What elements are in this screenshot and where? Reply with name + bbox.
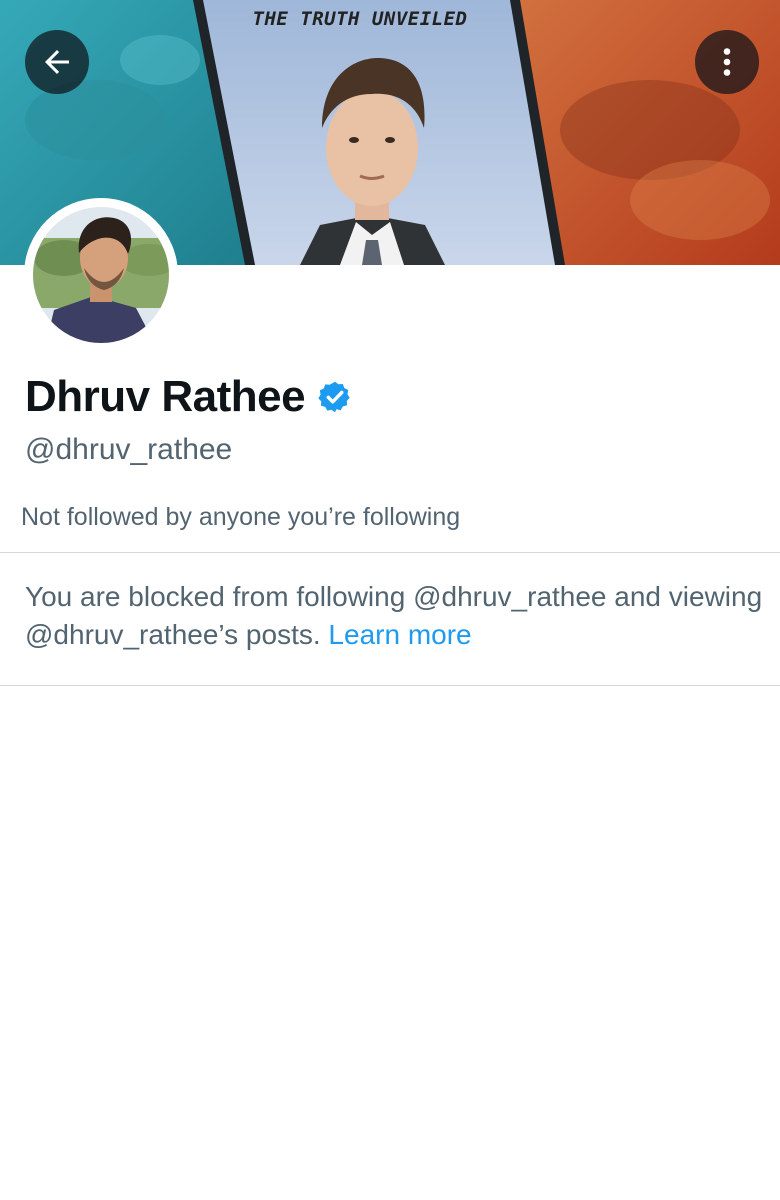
divider [0,552,780,553]
profile-handle: @dhruv_rathee [25,433,233,466]
blocked-notice: You are blocked from following @dhruv_ra… [25,578,765,654]
display-name: Dhruv Rathee [25,372,306,421]
arrow-left-icon [39,44,75,80]
banner-title: THE TRUTH UNVEILED [252,8,468,30]
followers-you-know[interactable]: Not followed by anyone you’re following [21,503,460,532]
more-vertical-icon [709,44,745,80]
divider [0,685,780,686]
more-options-button[interactable] [695,30,759,94]
learn-more-link[interactable]: Learn more [328,619,471,650]
profile-name-row: Dhruv Rathee [25,372,353,422]
back-button[interactable] [25,30,89,94]
profile-avatar[interactable] [24,198,178,352]
avatar-image [24,198,178,352]
verified-badge-icon[interactable] [317,379,353,415]
